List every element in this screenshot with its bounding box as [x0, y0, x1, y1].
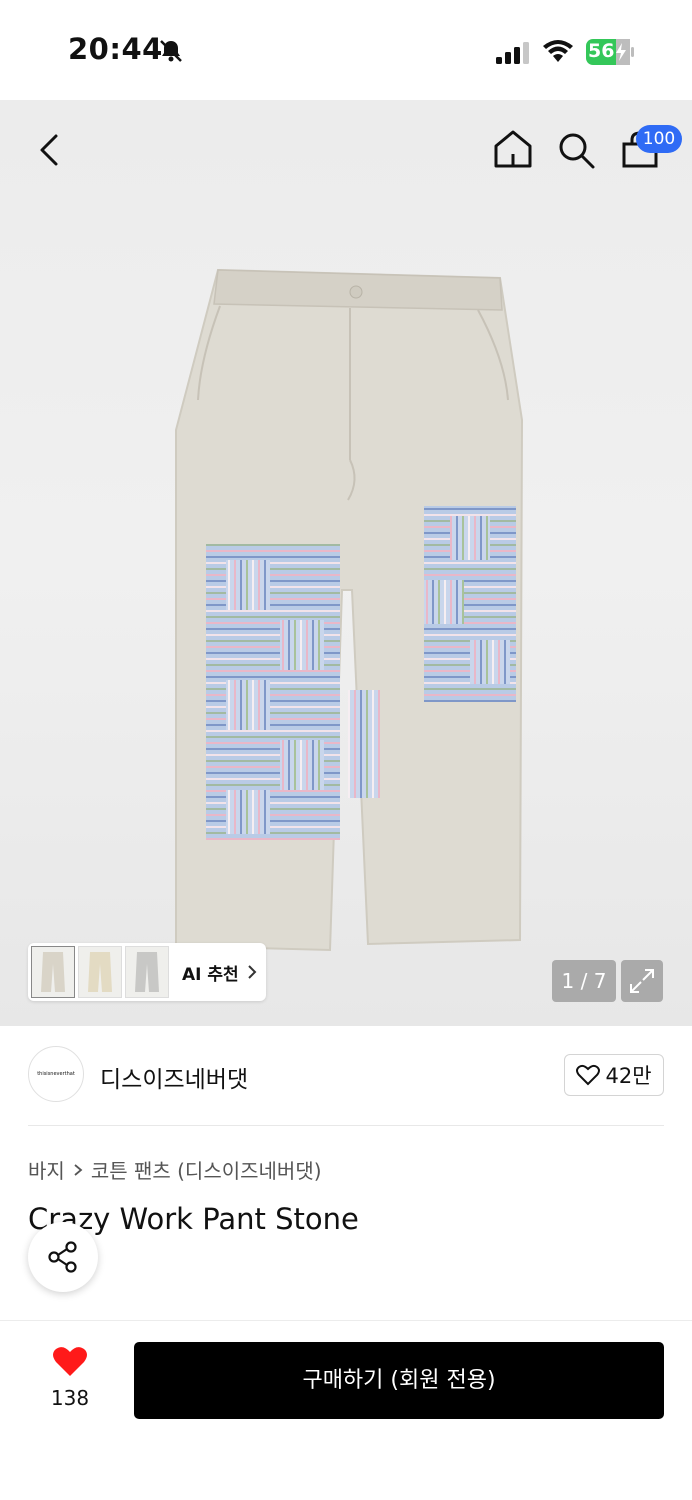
bell-off-icon [160, 40, 182, 62]
expand-icon [630, 969, 654, 993]
breadcrumb-category[interactable]: 바지 [28, 1155, 65, 1184]
brand-row: thisisneverthat 디스이즈네버댓 42만 [28, 1046, 664, 1104]
heart-outline-icon [576, 1064, 601, 1086]
battery-level: 56 [588, 40, 615, 62]
home-icon[interactable] [492, 128, 534, 170]
pants-thumbnail-icon [41, 952, 65, 992]
ai-recommend-strip[interactable]: AI 추천 [28, 943, 266, 1001]
back-arrow-icon[interactable] [32, 128, 68, 172]
share-icon [48, 1241, 77, 1273]
divider [28, 1125, 664, 1126]
status-bar: 20:44 56 [0, 0, 692, 100]
thumbnail-2[interactable] [78, 946, 122, 998]
brand-logo-text: thisisneverthat [37, 1071, 75, 1077]
signal-icon [496, 42, 529, 64]
heart-filled-icon [53, 1347, 87, 1376]
breadcrumb-subcategory[interactable]: 코튼 팬츠 (디스이즈네버댓) [91, 1155, 322, 1184]
search-icon[interactable] [556, 130, 596, 170]
ai-recommend-label: AI 추천 [182, 964, 239, 985]
chevron-right-icon [247, 965, 257, 979]
cart-count-badge: 100 [636, 125, 682, 153]
wishlist-count: 138 [50, 1386, 90, 1410]
wifi-icon [543, 40, 573, 62]
status-time: 20:44 [68, 32, 163, 66]
chevron-right-icon [74, 1163, 83, 1176]
expand-button[interactable] [621, 960, 663, 1002]
thumbnail-3[interactable] [125, 946, 169, 998]
page-indicator: 1 / 7 [552, 960, 616, 1002]
brand-name[interactable]: 디스이즈네버댓 [100, 1060, 248, 1094]
brand-like-count: 42만 [605, 1064, 652, 1088]
brand-logo[interactable]: thisisneverthat [28, 1046, 84, 1102]
pants-thumbnail-icon [135, 952, 159, 992]
thumbnail-1[interactable] [31, 946, 75, 998]
pants-thumbnail-icon [88, 952, 112, 992]
share-button[interactable] [28, 1222, 98, 1292]
product-image[interactable] [160, 260, 540, 960]
buy-button[interactable]: 구매하기 (회원 전용) [134, 1342, 664, 1419]
brand-like-button[interactable]: 42만 [564, 1054, 664, 1096]
breadcrumb: 바지 코튼 팬츠 (디스이즈네버댓) [28, 1155, 322, 1184]
